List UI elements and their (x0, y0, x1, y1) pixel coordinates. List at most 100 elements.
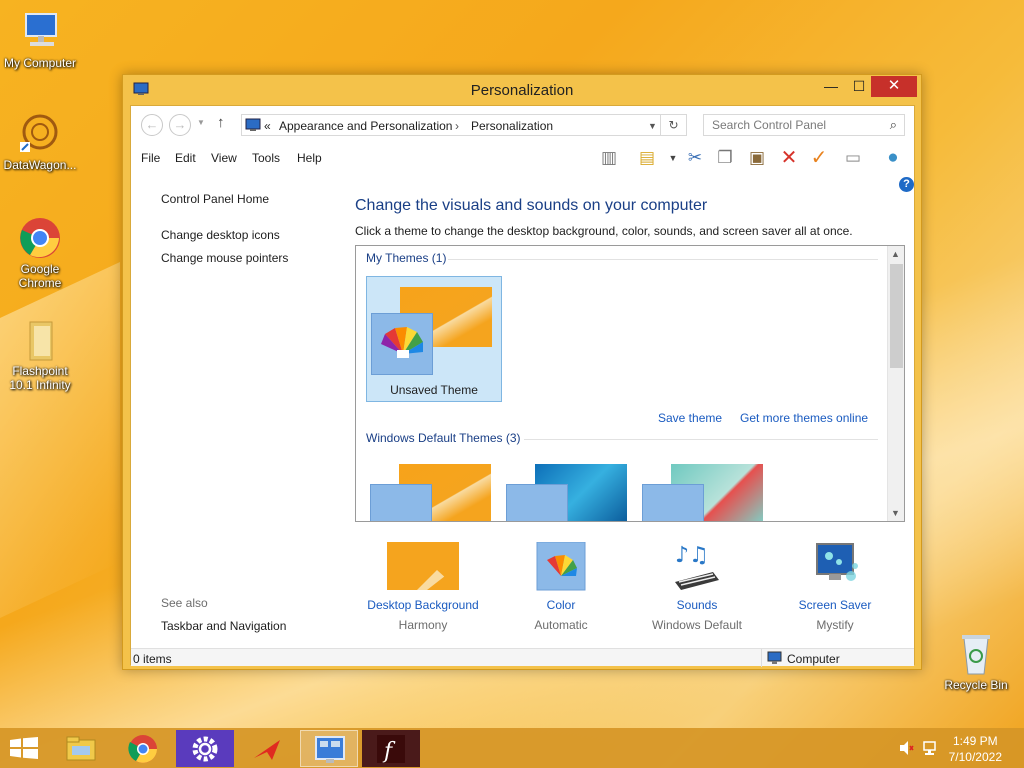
taskbar-file-explorer[interactable] (52, 730, 110, 767)
get-more-themes-link[interactable]: Get more themes online (740, 411, 868, 425)
flash-icon: f (377, 735, 405, 764)
checkmark-icon[interactable]: ✓ (807, 146, 831, 170)
system-clock[interactable]: 1:49 PM 7/10/2022 (949, 733, 1002, 765)
desktop-background-icon (387, 542, 459, 592)
breadcrumb-appearance[interactable]: Appearance and Personalization (279, 119, 452, 133)
copy-icon[interactable]: ❐ (713, 146, 737, 170)
color-link[interactable]: Color (491, 598, 631, 612)
save-theme-link[interactable]: Save theme (658, 411, 722, 425)
scroll-up-icon[interactable]: ▲ (891, 249, 900, 259)
taskbar-control-panel[interactable] (300, 730, 358, 767)
folder-options-icon[interactable]: ▤ (635, 146, 659, 170)
desktop-icon-my-computer[interactable]: My Computer (0, 10, 80, 70)
page-title: Change the visuals and sounds on your co… (355, 197, 708, 214)
chrome-icon (18, 216, 62, 260)
left-pane: Control Panel Home Change desktop icons … (131, 172, 341, 642)
computer-small-icon (767, 651, 783, 668)
clock-date: 7/10/2022 (948, 750, 1002, 764)
breadcrumb-overflow[interactable]: « (264, 119, 271, 133)
cut-icon[interactable]: ✂ (683, 146, 707, 170)
scroll-down-icon[interactable]: ▼ (891, 508, 900, 518)
search-icon[interactable]: ⌕ (890, 117, 897, 133)
menu-help[interactable]: Help (297, 151, 322, 165)
search-input[interactable]: Search Control Panel ⌕ (703, 114, 905, 136)
refresh-button[interactable]: ↻ (661, 114, 687, 136)
see-also-label: See also (161, 596, 208, 610)
desktop-icon-datawagon[interactable]: DataWagon... (0, 112, 80, 172)
recent-dropdown-icon[interactable]: ▼ (197, 118, 205, 127)
layout-pane-icon[interactable]: ▥ (597, 146, 621, 170)
personalization-window: Personalization — ☐ ✕ ← → ▼ ↑ « Appearan… (122, 74, 922, 670)
theme-tile-unsaved[interactable]: Unsaved Theme (366, 276, 502, 402)
screen-saver-setting[interactable]: Screen Saver Mystify (765, 542, 905, 632)
desktop-icon-flashpoint[interactable]: Flashpoint 10.1 Infinity (0, 318, 80, 392)
taskbar: f 1:49 PM 7/10/2022 (0, 728, 1024, 768)
scrollbar-thumb[interactable] (890, 264, 903, 368)
desktop-icon-label: Recycle Bin (944, 678, 1008, 692)
theme-tile-windows[interactable] (366, 454, 502, 521)
control-panel-small-icon (245, 117, 261, 136)
screen-saver-link[interactable]: Screen Saver (765, 598, 905, 612)
sounds-setting[interactable]: ♪♫ Sounds Windows Default (627, 542, 767, 632)
breadcrumb-separator[interactable]: › (455, 119, 459, 133)
menu-file[interactable]: File (141, 151, 160, 165)
properties-icon[interactable]: ▭ (841, 146, 865, 170)
breadcrumb-personalization[interactable]: Personalization (471, 119, 553, 133)
theme-tile-lines[interactable] (502, 454, 638, 521)
themes-list: My Themes (1) Unsaved Theme Save theme G… (355, 245, 905, 522)
change-mouse-pointers-link[interactable]: Change mouse pointers (161, 251, 288, 265)
menu-view[interactable]: View (211, 151, 237, 165)
status-bar: 0 items Computer (131, 648, 914, 668)
taskbar-flash[interactable]: f (362, 730, 420, 767)
chrome-icon (128, 735, 157, 763)
maximize-button[interactable]: ☐ (845, 76, 873, 97)
sounds-link[interactable]: Sounds (627, 598, 767, 612)
close-button[interactable]: ✕ (871, 76, 917, 97)
desktop-icon-label: Flashpoint 10.1 Infinity (9, 364, 71, 392)
page-description: Click a theme to change the desktop back… (355, 224, 853, 238)
taskbar-navigation-link[interactable]: Taskbar and Navigation (161, 619, 286, 633)
desktop-icon-label: DataWagon... (3, 158, 77, 172)
theme-color-swatch (371, 313, 433, 375)
address-dropdown-icon[interactable]: ▼ (648, 121, 657, 131)
desktop-background-setting[interactable]: Desktop Background Harmony (353, 542, 493, 632)
theme-color-swatch (370, 484, 432, 521)
delete-icon[interactable]: ✕ (777, 146, 801, 170)
themes-scrollbar[interactable]: ▲ ▼ (887, 246, 904, 521)
desktop-background-value: Harmony (398, 618, 448, 632)
help-icon[interactable]: ? (899, 177, 914, 192)
taskbar-chrome[interactable] (114, 730, 172, 767)
paste-icon[interactable]: ▣ (745, 146, 769, 170)
desktop-icon-chrome[interactable]: Google Chrome (0, 216, 80, 290)
menu-tools[interactable]: Tools (252, 151, 280, 165)
desktop-background-link[interactable]: Desktop Background (353, 598, 493, 612)
globe-icon[interactable]: ● (881, 146, 905, 170)
windows-logo-icon (10, 737, 38, 759)
red-arrow-icon (254, 740, 280, 760)
theme-tile-flowers[interactable] (638, 454, 774, 521)
up-arrow-icon[interactable]: ↑ (217, 114, 225, 131)
title-bar[interactable]: Personalization — ☐ ✕ (123, 75, 921, 105)
network-icon[interactable] (922, 740, 938, 759)
back-button[interactable]: ← (141, 114, 163, 136)
start-button[interactable] (10, 737, 38, 762)
group-divider (448, 259, 878, 260)
taskbar-app-red[interactable] (238, 730, 296, 767)
status-divider (761, 649, 762, 667)
forward-button[interactable]: → (169, 114, 191, 136)
change-desktop-icons-link[interactable]: Change desktop icons (161, 228, 280, 242)
breadcrumb[interactable]: « Appearance and Personalization › Perso… (241, 114, 661, 136)
theme-color-swatch (506, 484, 568, 521)
taskbar-settings[interactable] (176, 730, 234, 767)
color-setting[interactable]: Color Automatic (491, 541, 631, 632)
default-themes-header[interactable]: Windows Default Themes (3) (366, 431, 521, 445)
control-panel-home-link[interactable]: Control Panel Home (161, 192, 269, 206)
options-dropdown-icon[interactable]: ▼ (661, 146, 685, 170)
volume-muted-icon[interactable] (898, 740, 914, 759)
my-themes-header[interactable]: My Themes (1) (366, 251, 446, 265)
search-placeholder: Search Control Panel (712, 118, 827, 132)
minimize-button[interactable]: — (817, 76, 845, 97)
screen-saver-value: Mystify (816, 618, 854, 632)
menu-edit[interactable]: Edit (175, 151, 196, 165)
desktop-icon-recycle-bin[interactable]: Recycle Bin (936, 632, 1016, 692)
